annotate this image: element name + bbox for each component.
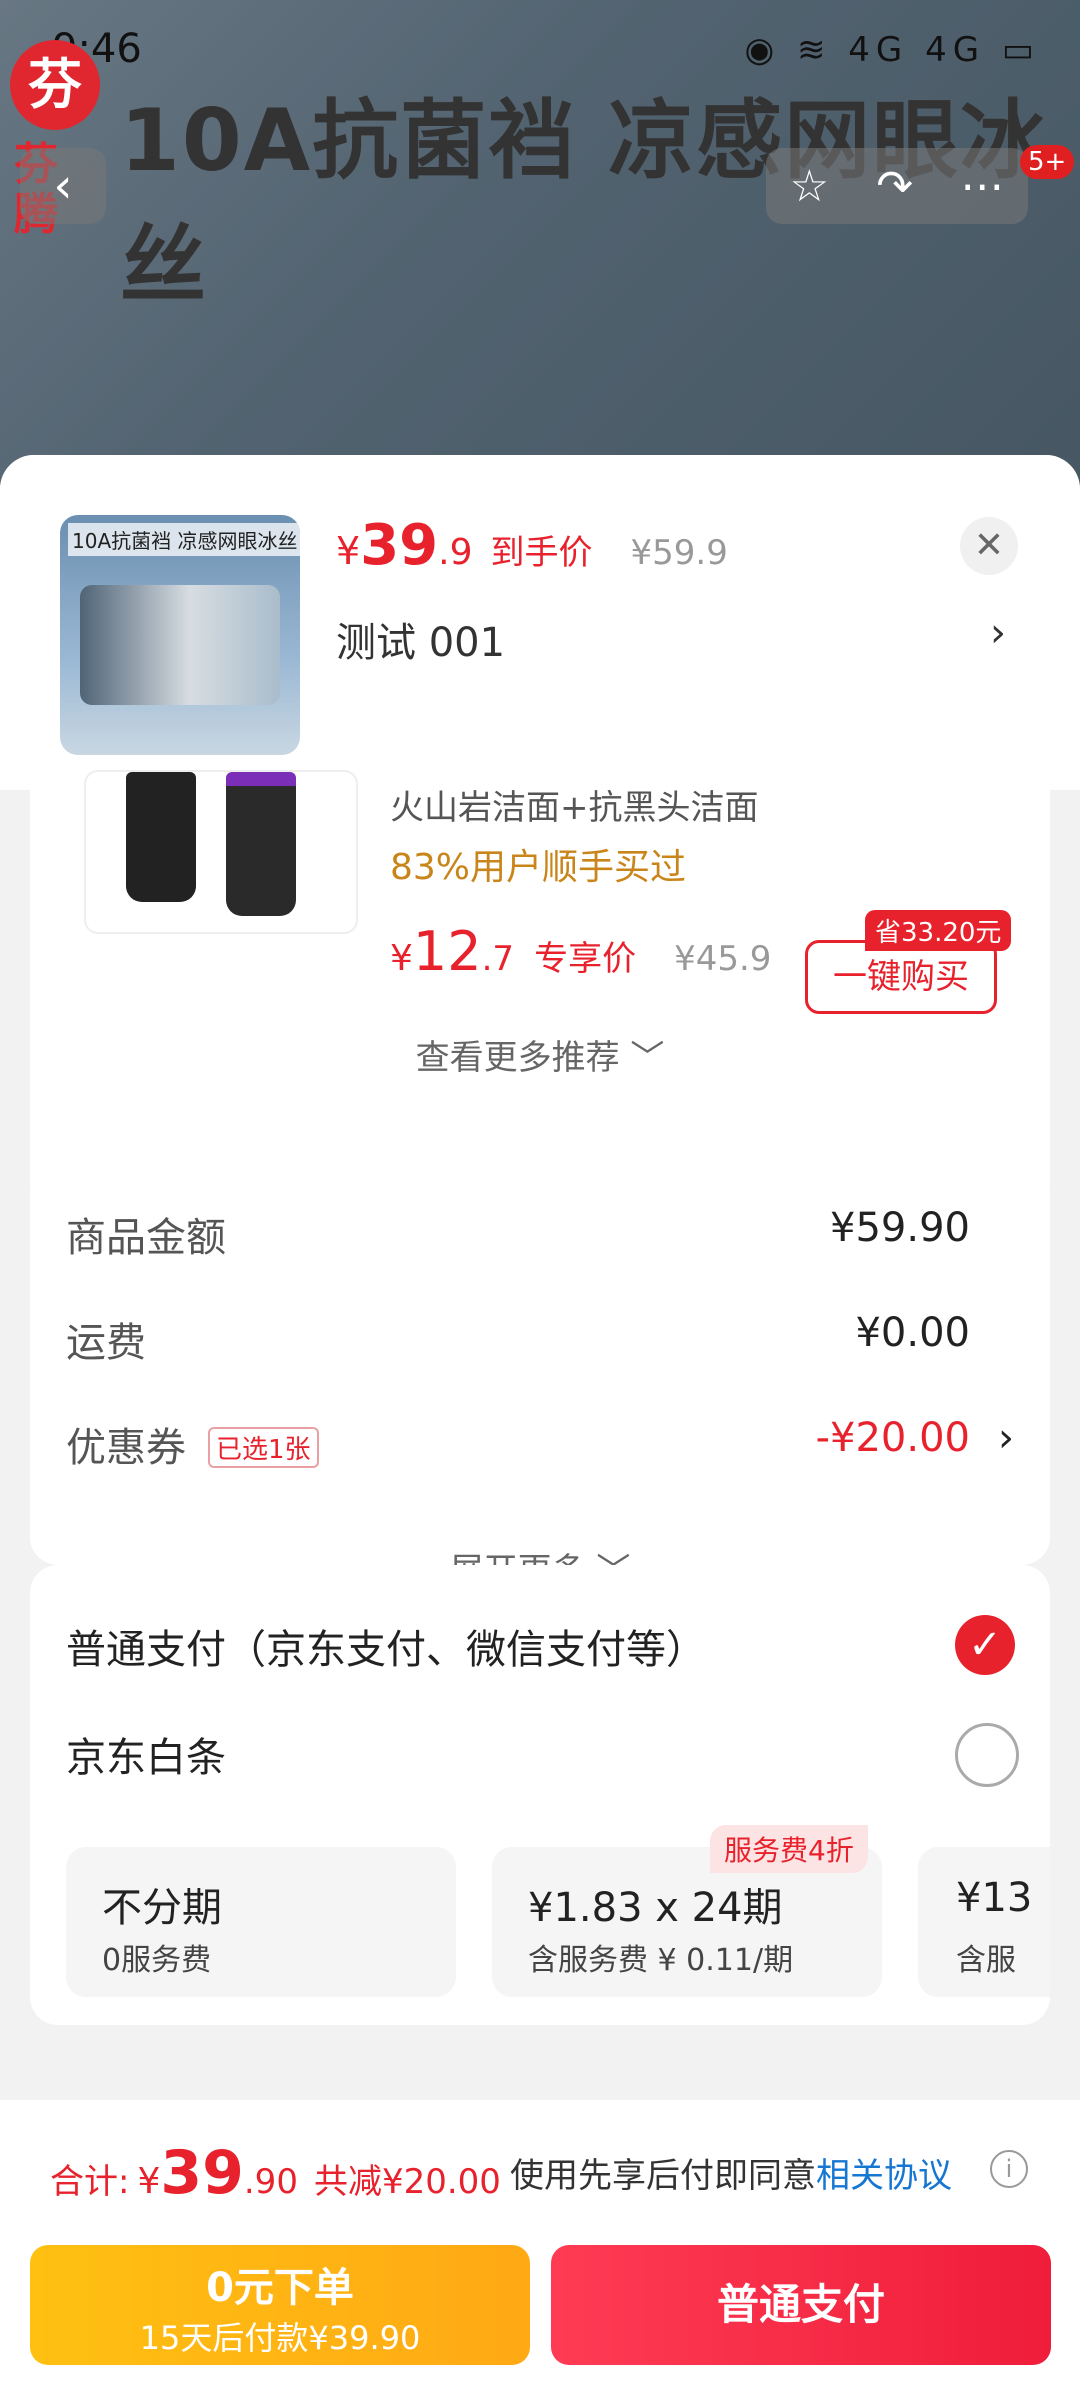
pay-later-sub: 15天后付款¥39.90 xyxy=(139,2319,421,2357)
rec-price-integer: 12 xyxy=(412,920,482,983)
goods-amount-value: ¥59.90 xyxy=(830,1205,970,1251)
rec-price-decimal: .7 xyxy=(481,939,515,979)
thumbnail-title: 10A抗菌裆 凉感网眼冰丝 xyxy=(68,523,300,556)
check-selected-icon[interactable]: ✓ xyxy=(955,1615,1015,1675)
coupon-value[interactable]: -¥20.00 xyxy=(816,1415,970,1461)
plan-main: 不分期 xyxy=(102,1885,222,1931)
chevron-right-icon[interactable]: › xyxy=(998,1415,1014,1461)
status-icons: ◉ ≋ 4G 4G ▭ xyxy=(744,30,1040,70)
recommendation-card: 火山岩洁面+抗黑头洁面 83%用户顺手买过 ¥ 12 .7 专享价 ¥45.9 … xyxy=(30,770,1050,1210)
cost-summary-card: 商品金额 ¥59.90 运费 ¥0.00 优惠券 已选1张 -¥20.00 › … xyxy=(30,1165,1050,1591)
chevron-right-icon[interactable]: › xyxy=(990,610,1006,656)
pay-later-button[interactable]: 0元下单 15天后付款¥39.90 xyxy=(30,2245,530,2365)
message-badge: 5+ xyxy=(1020,145,1075,179)
close-button[interactable]: ✕ xyxy=(960,517,1018,575)
plan-sub: 0服务费 xyxy=(102,1943,212,1978)
agreement-text: 使用先享后付即同意相关协议 xyxy=(510,2148,952,2197)
recommended-product-image[interactable] xyxy=(84,770,358,934)
info-icon[interactable]: i xyxy=(990,2150,1028,2188)
one-click-buy-button[interactable]: 一键购买 xyxy=(805,940,997,1014)
price-currency: ¥ xyxy=(336,529,361,573)
rec-price-currency: ¥ xyxy=(390,938,413,979)
chevron-left-icon: ‹ xyxy=(53,158,73,214)
service-fee-badge: 服务费4折 xyxy=(710,1825,868,1873)
total-label: 合计: xyxy=(50,2162,130,2202)
total-saved: 共减¥20.00 xyxy=(313,2162,501,2202)
coupon-label: 优惠券 xyxy=(66,1425,186,1471)
thumbnail-product-image xyxy=(80,585,280,705)
recommended-price: ¥ 12 .7 专享价 ¥45.9 xyxy=(390,920,771,983)
sheet-header: 10A抗菌裆 凉感网眼冰丝 ¥ 39 .9 到手价 ¥59.9 ✕ 测试 001… xyxy=(0,455,1080,790)
bottom-bar: 合计: ¥ 39 .90 共减¥20.00 使用先享后付即同意相关协议 i 0元… xyxy=(0,2100,1080,2400)
total-currency: ¥ xyxy=(137,2161,161,2202)
product-thumbnail: 10A抗菌裆 凉感网眼冰丝 xyxy=(60,515,300,755)
total-integer: 39 xyxy=(160,2138,244,2208)
bought-together-text: 83%用户顺手买过 xyxy=(390,847,687,888)
agreement-prefix: 使用先享后付即同意 xyxy=(510,2156,816,2196)
installment-plan-none[interactable]: 不分期 0服务费 xyxy=(66,1847,456,1997)
star-icon[interactable]: ☆ xyxy=(790,161,829,212)
agreement-link[interactable]: 相关协议 xyxy=(816,2156,952,2196)
price-tag: 到手价 xyxy=(490,533,593,573)
close-icon: ✕ xyxy=(973,525,1005,566)
shipping-value: ¥0.00 xyxy=(855,1310,970,1356)
more-recommendations-link[interactable]: 查看更多推荐 ﹀ xyxy=(30,1030,1050,1079)
total-decimal: .90 xyxy=(243,2162,298,2202)
plan-main: ¥13 xyxy=(956,1875,1033,1921)
installment-plan-more[interactable]: ¥13 含服 xyxy=(918,1847,1050,1997)
normal-pay-button[interactable]: 普通支付 xyxy=(551,2245,1051,2365)
normal-payment-option[interactable]: 普通支付（京东支付、微信支付等） xyxy=(66,1617,706,1675)
brand-logo-icon: 芬 xyxy=(10,40,100,130)
radio-unselected-icon[interactable] xyxy=(955,1723,1019,1787)
recommended-product-title: 火山岩洁面+抗黑头洁面 xyxy=(390,788,759,828)
goods-amount-label: 商品金额 xyxy=(66,1215,226,1261)
save-badge: 省33.20元 xyxy=(865,910,1012,951)
plan-sub: 含服 xyxy=(956,1943,1016,1978)
top-actions: ☆ ↷ ⋯ xyxy=(766,148,1028,224)
price-integer: 39 xyxy=(360,513,439,578)
price-line: ¥ 39 .9 到手价 ¥59.9 xyxy=(336,513,728,578)
original-price: ¥59.9 xyxy=(630,533,728,573)
back-button[interactable]: ‹ xyxy=(20,148,106,224)
shipping-label: 运费 xyxy=(66,1320,146,1366)
price-decimal: .9 xyxy=(438,532,473,573)
share-icon[interactable]: ↷ xyxy=(876,161,913,212)
rec-price-tag: 专享价 xyxy=(534,939,637,979)
total-line: 合计: ¥ 39 .90 共减¥20.00 xyxy=(50,2138,501,2208)
payment-method-card: 普通支付（京东支付、微信支付等） ✓ 京东白条 不分期 0服务费 ¥1.83 x… xyxy=(30,1565,1050,2025)
selected-spec[interactable]: 测试 001 xyxy=(336,610,505,668)
baitiao-payment-option[interactable]: 京东白条 xyxy=(66,1725,226,1783)
plan-main: ¥1.83 x 24期 xyxy=(528,1885,783,1931)
plan-sub: 含服务费 ¥ 0.11/期 xyxy=(528,1943,794,1978)
more-icon[interactable]: ⋯ xyxy=(960,161,1004,212)
pay-later-main: 0元下单 xyxy=(206,2265,354,2311)
coupon-selected-badge: 已选1张 xyxy=(208,1427,319,1468)
rec-original-price: ¥45.9 xyxy=(674,939,772,979)
